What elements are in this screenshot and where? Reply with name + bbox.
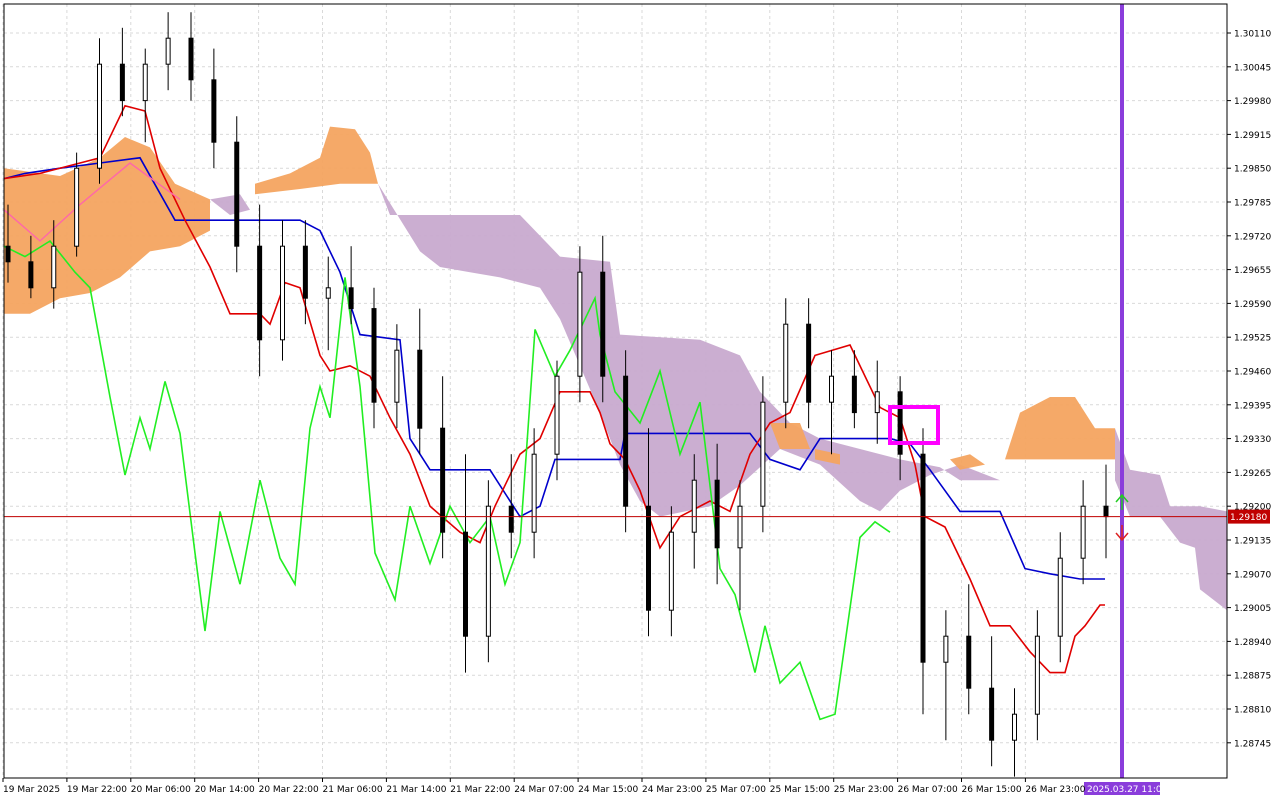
candle-body <box>691 479 697 533</box>
candle-body <box>1057 557 1063 637</box>
y-tick-label: 1.29265 <box>1234 469 1271 479</box>
x-tick-label: 24 Mar 15:00 <box>578 785 638 795</box>
x-tick-label: 21 Mar 22:00 <box>450 785 510 795</box>
candle-body <box>463 531 468 637</box>
y-tick-label: 1.29330 <box>1234 435 1271 445</box>
candle-body <box>325 287 331 299</box>
candle-body <box>1034 635 1040 715</box>
x-tick-label: 25 Mar 23:00 <box>834 785 894 795</box>
candle-body <box>97 63 102 169</box>
y-tick-label: 1.29720 <box>1234 232 1271 242</box>
y-tick-label: 1.29980 <box>1234 97 1271 107</box>
candle-body <box>28 261 34 289</box>
candle-body <box>851 375 857 414</box>
candle-body <box>646 505 651 611</box>
candle-body <box>1080 505 1086 559</box>
candle-body <box>760 401 766 507</box>
candle-body <box>577 271 583 377</box>
candle-body <box>234 141 240 247</box>
x-tick-label: 21 Mar 14:00 <box>386 785 446 795</box>
x-tick-label: 20 Mar 22:00 <box>259 785 319 795</box>
candle-body <box>806 323 812 403</box>
y-tick-label: 1.30045 <box>1234 63 1271 73</box>
ichimoku-price-chart[interactable]: 1.29180 2025.03.27 11:00 1.30110 1.30045 1.… <box>0 0 1280 800</box>
candle-body <box>5 245 11 263</box>
candle-body <box>600 271 606 377</box>
y-tick-label: 1.29395 <box>1234 401 1271 411</box>
current-price-label: 1.29180 <box>1230 513 1267 523</box>
candle[interactable] <box>74 152 80 257</box>
candle-body <box>302 245 308 299</box>
y-tick-label: 1.29005 <box>1234 604 1271 614</box>
candle-body <box>257 245 263 341</box>
y-tick-label: 1.30110 <box>1234 30 1271 40</box>
candle-body <box>989 687 995 741</box>
candle-body <box>371 308 377 403</box>
candle-body <box>142 63 148 102</box>
x-tick-label: 21 Mar 06:00 <box>323 785 383 795</box>
candle-body <box>348 287 354 310</box>
candle[interactable] <box>623 350 629 533</box>
x-tick-label: 20 Mar 06:00 <box>131 785 191 795</box>
x-tick-label: 19 Mar 2025 <box>3 785 60 795</box>
candle-body <box>508 505 514 533</box>
y-tick-label: 1.29915 <box>1234 131 1271 141</box>
y-tick-label: 1.29655 <box>1234 266 1271 276</box>
x-tick-label: 24 Mar 07:00 <box>514 785 574 795</box>
candle-body <box>417 349 423 429</box>
y-tick-label: 1.29785 <box>1234 199 1271 209</box>
candle-body <box>394 349 400 403</box>
x-tick-label: 25 Mar 07:00 <box>706 785 766 795</box>
candle-body <box>1012 713 1017 741</box>
candle-body <box>485 505 491 637</box>
candle-body <box>783 323 789 403</box>
candle-body <box>119 63 125 102</box>
candle-body <box>737 505 743 549</box>
candle-body <box>623 375 629 507</box>
x-tick-label: 26 Mar 23:00 <box>1025 785 1085 795</box>
candle-body <box>554 375 560 455</box>
y-tick-label: 1.29525 <box>1234 334 1271 344</box>
candle-body <box>943 635 949 663</box>
candle-body <box>668 531 674 611</box>
x-tick-label: 26 Mar 15:00 <box>962 785 1022 795</box>
y-tick-label: 1.28940 <box>1234 638 1271 648</box>
candle-body <box>74 167 80 247</box>
candle-body <box>531 453 537 533</box>
candle-body <box>920 453 926 663</box>
x-tick-label: 26 Mar 07:00 <box>898 785 958 795</box>
x-tick-label: 20 Mar 14:00 <box>195 785 255 795</box>
y-tick-label: 1.29590 <box>1234 300 1271 310</box>
candle-body <box>1103 505 1109 518</box>
candle-body <box>966 635 972 689</box>
x-tick-label: 19 Mar 22:00 <box>67 785 127 795</box>
y-tick-label: 1.28745 <box>1234 739 1271 749</box>
y-tick-label: 1.29070 <box>1234 570 1271 580</box>
y-tick-label: 1.29460 <box>1234 368 1271 378</box>
x-tick-label: 25 Mar 15:00 <box>770 785 830 795</box>
y-tick-label: 1.28810 <box>1234 706 1271 716</box>
candle-body <box>829 375 834 403</box>
candle-body <box>874 391 880 414</box>
y-tick-label: 1.29850 <box>1234 165 1271 175</box>
chart-canvas[interactable]: 1.29180 2025.03.27 11:00 1.30110 1.30045 1.… <box>0 0 1280 800</box>
candle-body <box>165 37 171 65</box>
candle-body <box>211 79 217 143</box>
y-tick-label: 1.29200 <box>1234 503 1271 513</box>
x-tick-label: 24 Mar 23:00 <box>642 785 702 795</box>
candle-body <box>280 245 285 341</box>
candle-body <box>51 245 57 289</box>
candle[interactable] <box>485 480 491 663</box>
y-tick-label: 1.28875 <box>1234 672 1271 682</box>
candle-body <box>714 479 720 549</box>
candle-body <box>188 37 194 81</box>
cursor-time-label: 2025.03.27 11:00 <box>1087 785 1168 795</box>
y-tick-label: 1.29135 <box>1234 537 1271 547</box>
